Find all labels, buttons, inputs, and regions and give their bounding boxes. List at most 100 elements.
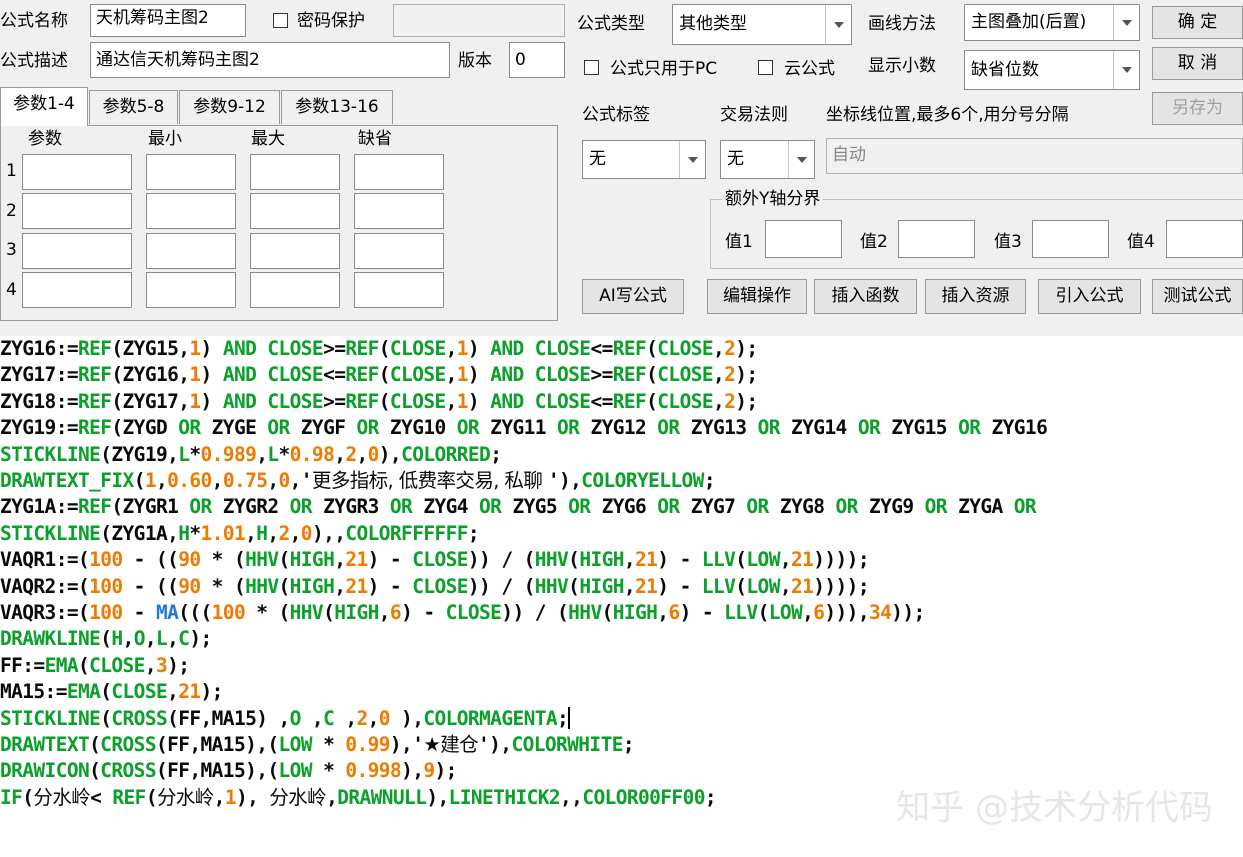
code-token: C [178, 627, 190, 651]
cloud-formula-checkbox[interactable] [758, 60, 773, 75]
pc-only-checkbox[interactable] [584, 60, 599, 75]
code-token: , [213, 785, 226, 809]
param-min-input[interactable] [146, 233, 236, 269]
trade-rule-select[interactable]: 无 [720, 140, 815, 179]
param-max-input[interactable] [250, 272, 340, 308]
code-token: , [211, 469, 224, 492]
chevron-down-icon[interactable] [788, 141, 814, 178]
code-token: ( [77, 653, 90, 677]
formula-desc-input[interactable]: 通达信天机筹码主图2 [90, 42, 450, 78]
param-name-input[interactable] [22, 233, 132, 269]
code-token: 0.989 [200, 442, 257, 466]
code-token: 90 [178, 548, 201, 572]
code-line: DRAWTEXT_FIX(1,0.60,0.75,0,'更多指标, 低费率交易,… [0, 468, 716, 494]
code-token: HIGH [612, 601, 658, 624]
code-token: , [289, 521, 302, 545]
formula-name-input[interactable]: 天机筹码主图2 [90, 4, 246, 37]
param-default-input[interactable] [354, 154, 444, 190]
formula-name-label: 公式名称 [0, 11, 68, 31]
param-max-input[interactable] [250, 154, 340, 190]
draw-method-select[interactable]: 主图叠加(后置) [964, 4, 1140, 41]
param-min-input[interactable] [146, 154, 236, 190]
tab-params-13-16[interactable]: 参数13-16 [281, 90, 393, 124]
code-token: OR [746, 495, 769, 519]
code-token: EMA [44, 653, 79, 677]
code-token: ( [278, 548, 291, 572]
code-token: ( [378, 363, 391, 387]
tab-params-1-4[interactable]: 参数1-4 [0, 87, 88, 126]
code-token: 更多指标, 低费率交易, 私聊 [311, 469, 548, 492]
code-token: * ( [200, 548, 246, 572]
param-max-input[interactable] [250, 233, 340, 269]
code-token: ZYG6 [590, 495, 658, 519]
chevron-down-icon[interactable] [679, 141, 705, 178]
code-token: ( [278, 574, 291, 598]
tab-params-9-12[interactable]: 参数9-12 [179, 90, 280, 124]
decimals-select[interactable]: 缺省位数 [964, 50, 1140, 90]
code-token: <= [590, 389, 613, 413]
tab-params-5-8[interactable]: 参数5-8 [89, 90, 178, 124]
edit-operations-button[interactable]: 编辑操作 [707, 279, 807, 314]
code-token: , [857, 601, 870, 624]
code-token: CROSS [111, 706, 168, 730]
code-token: (ZYG17, [111, 389, 190, 413]
cancel-button[interactable]: 取 消 [1152, 47, 1243, 80]
formula-type-select[interactable]: 其他类型 [672, 4, 852, 45]
code-token: ZYG11 [479, 416, 558, 440]
code-token: COLORWHITE [511, 733, 623, 756]
chevron-down-icon[interactable] [1113, 5, 1139, 40]
code-token: , [779, 548, 792, 572]
value3-input[interactable] [1032, 220, 1109, 258]
value4-input[interactable] [1166, 220, 1243, 258]
code-token: L [155, 627, 168, 651]
code-token: ZYG19:= [0, 416, 79, 440]
code-token: , [334, 548, 346, 572]
code-token: 1.01 [200, 521, 246, 545]
code-token: CLOSE [657, 389, 713, 413]
value1-input[interactable] [765, 220, 842, 258]
import-formula-button[interactable]: 引入公式 [1038, 279, 1141, 314]
code-token: H [111, 627, 123, 651]
formula-tag-select[interactable]: 无 [582, 140, 706, 179]
param-min-input[interactable] [146, 193, 236, 229]
code-token: 2 [345, 442, 357, 466]
code-token: FF:= [0, 653, 45, 677]
code-token: )))); [813, 574, 869, 598]
param-default-input[interactable] [354, 233, 444, 269]
code-token: AND CLOSE [222, 389, 324, 413]
code-token: 90 [178, 574, 201, 598]
param-name-input[interactable] [22, 154, 132, 190]
param-default-input[interactable] [354, 193, 444, 229]
code-token: ); [735, 337, 758, 360]
param-name-input[interactable] [22, 193, 132, 229]
code-token: 2 [278, 521, 291, 545]
code-token: STICKLINE [0, 442, 101, 466]
chevron-down-icon[interactable] [825, 5, 851, 44]
code-editor[interactable]: ZYG16:=REF(ZYG15,1) AND CLOSE>=REF(CLOSE… [0, 336, 1243, 857]
code-token: , [713, 337, 725, 360]
code-token: >= [590, 363, 613, 387]
save-as-button[interactable]: 另存为 [1152, 92, 1243, 125]
axis-lines-input[interactable]: 自动 [826, 138, 1243, 174]
test-formula-button[interactable]: 测试公式 [1152, 279, 1243, 314]
code-token: (FF,MA15) , [167, 706, 290, 730]
code-token: VAQR2:=( [0, 574, 90, 598]
param-default-input[interactable] [354, 272, 444, 308]
code-token: ( [100, 627, 112, 651]
code-token: , [445, 363, 458, 387]
param-min-input[interactable] [146, 272, 236, 308]
insert-resource-button[interactable]: 插入资源 [925, 279, 1026, 314]
code-token: CLOSE [111, 680, 168, 704]
version-input[interactable]: 0 [509, 42, 565, 78]
param-max-input[interactable] [250, 193, 340, 229]
code-line: VAQR2:=(100 - ((90 * (HHV(HIGH,21) - CLO… [0, 574, 870, 600]
insert-function-button[interactable]: 插入函数 [814, 279, 917, 314]
value2-input[interactable] [898, 220, 975, 258]
password-checkbox[interactable] [273, 13, 288, 28]
chevron-down-icon[interactable] [1113, 51, 1139, 89]
param-name-input[interactable] [22, 272, 132, 308]
password-input[interactable] [393, 4, 565, 37]
confirm-button[interactable]: 确 定 [1152, 6, 1243, 39]
ai-write-formula-button[interactable]: AI写公式 [582, 279, 684, 314]
code-line: STICKLINE(CROSS(FF,MA15) ,O ,C ,2,0 ),CO… [0, 706, 571, 732]
